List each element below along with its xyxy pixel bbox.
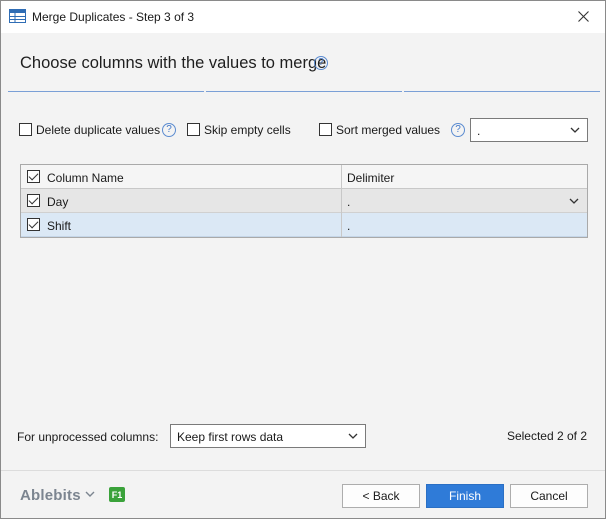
title-bar: Merge Duplicates - Step 3 of 3 [1,1,605,33]
skip-empty-label: Skip empty cells [204,123,291,137]
progress-segment-3 [404,91,600,92]
row-delimiter[interactable]: . [347,195,350,209]
unprocessed-columns-dropdown[interactable]: Keep first rows data [170,424,366,448]
window-title: Merge Duplicates - Step 3 of 3 [32,10,195,24]
table-row[interactable]: Shift . [21,213,587,237]
column-name-header: Column Name [47,171,124,185]
table-app-icon [9,9,26,23]
delete-duplicates-help-icon[interactable]: ? [162,123,176,137]
row-column-name: Shift [47,219,72,233]
delimiter-dropdown[interactable]: . [470,118,588,142]
finish-button[interactable]: Finish [426,484,504,508]
progress-segment-1 [8,91,204,92]
grid-header: Column Name Delimiter [21,165,587,189]
delete-duplicates-label: Delete duplicate values [36,123,161,137]
f1-help-badge[interactable]: F1 [109,487,125,502]
row-checkbox[interactable] [27,194,40,207]
delete-duplicates-checkbox[interactable] [19,123,32,136]
chevron-down-icon[interactable] [85,490,95,498]
columns-grid: Column Name Delimiter Day . Shift . [20,164,588,238]
close-button[interactable] [561,1,605,31]
close-icon [577,10,589,22]
page-title: Choose columns with the values to merge [20,54,327,72]
sort-merged-label: Sort merged values [336,123,441,137]
sort-merged-help-icon[interactable]: ? [451,123,465,137]
skip-empty-checkbox[interactable] [187,123,200,136]
row-column-name: Day [47,195,69,209]
column-divider [341,165,342,237]
delimiter-header: Delimiter [347,171,395,185]
chevron-down-icon [348,433,358,439]
delimiter-dropdown-value: . [477,124,481,138]
ablebits-brand-menu[interactable]: Ablebits [20,487,81,504]
unprocessed-columns-label: For unprocessed columns: [17,430,159,444]
select-all-checkbox[interactable] [27,170,40,183]
chevron-down-icon [570,127,580,133]
help-icon[interactable]: ? [314,56,328,70]
selected-count: Selected 2 of 2 [506,429,587,443]
merge-duplicates-dialog: Merge Duplicates - Step 3 of 3 Choose co… [0,0,606,519]
chevron-down-icon[interactable] [569,197,579,205]
unprocessed-columns-value: Keep first rows data [177,430,284,444]
cancel-button[interactable]: Cancel [510,484,588,508]
row-delimiter[interactable]: . [347,219,350,233]
row-checkbox[interactable] [27,218,40,231]
back-button[interactable]: < Back [342,484,420,508]
footer-divider [1,470,605,471]
progress-segment-2 [206,91,402,92]
sort-merged-checkbox[interactable] [319,123,332,136]
table-row[interactable]: Day . [21,189,587,213]
